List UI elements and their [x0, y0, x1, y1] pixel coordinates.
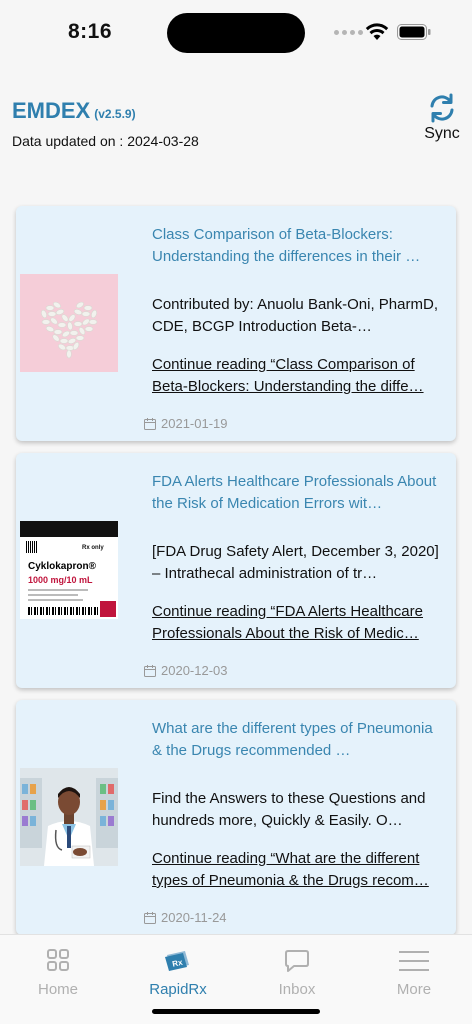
article-date: 2020-12-03 — [144, 663, 228, 678]
battery-icon — [397, 24, 431, 40]
article-date-text: 2021-01-19 — [161, 416, 228, 431]
article-date: 2020-11-24 — [144, 910, 227, 925]
sync-button[interactable]: Sync — [422, 93, 462, 143]
tab-rapidrx-label: RapidRx — [149, 981, 207, 998]
continue-reading-link[interactable]: Continue reading “Class Comparison of Be… — [152, 354, 442, 398]
calendar-icon — [144, 664, 156, 677]
article-card[interactable]: Rx only Cyklokapron® 1000 mg/10 mL FDA A… — [16, 453, 456, 688]
tab-home-label: Home — [37, 981, 78, 998]
thumb-brand-text: Cyklokapron® — [28, 561, 96, 572]
cyklokapron-ampule-image: Rx only Cyklokapron® 1000 mg/10 mL — [20, 521, 118, 619]
chat-icon — [285, 950, 309, 972]
app-title: EMDEX (v2.5.9) — [12, 98, 136, 124]
cellular-signal-icon — [334, 30, 363, 35]
tab-inbox[interactable]: Inbox — [257, 947, 337, 998]
app-name: EMDEX — [12, 98, 91, 123]
dynamic-island — [167, 13, 305, 53]
article-excerpt: Find the Answers to these Questions and … — [152, 790, 426, 829]
article-title[interactable]: What are the different types of Pneumoni… — [152, 718, 440, 762]
continue-reading-link[interactable]: Continue reading “FDA Alerts Healthcare … — [152, 601, 442, 645]
tab-more[interactable]: More — [374, 947, 454, 998]
tab-inbox-label: Inbox — [278, 981, 316, 998]
status-bar: 8:16 — [0, 0, 472, 60]
home-indicator — [152, 1009, 320, 1014]
article-date-text: 2020-11-24 — [161, 910, 227, 925]
continue-reading-link[interactable]: Continue reading “What are the different… — [152, 848, 442, 892]
sync-label: Sync — [424, 125, 460, 142]
article-card[interactable]: What are the different types of Pneumoni… — [16, 700, 456, 935]
article-date-text: 2020-12-03 — [161, 663, 228, 678]
status-time: 8:16 — [68, 20, 113, 43]
pills-heart-image — [20, 274, 118, 372]
calendar-icon — [144, 911, 156, 924]
article-date: 2021-01-19 — [144, 416, 228, 431]
grid-icon — [47, 949, 69, 971]
pharmacist-image — [20, 768, 118, 866]
tab-home[interactable]: Home — [18, 947, 98, 998]
app-version: (v2.5.9) — [94, 107, 136, 121]
thumb-dose-text: 1000 mg/10 mL — [28, 575, 93, 585]
sync-icon — [430, 93, 454, 123]
article-title[interactable]: FDA Alerts Healthcare Professionals Abou… — [152, 471, 440, 515]
wifi-icon — [365, 23, 389, 40]
calendar-icon — [144, 417, 156, 430]
thumb-rx-text: Rx only — [82, 545, 104, 551]
tab-rapidrx[interactable]: Rx RapidRx — [138, 947, 218, 998]
tab-more-label: More — [396, 981, 432, 998]
data-updated-text: Data updated on : 2024-03-28 — [12, 133, 199, 149]
article-excerpt: Contributed by: Anuolu Bank-Oni, PharmD,… — [152, 296, 438, 335]
rx-icon: Rx — [165, 951, 189, 971]
article-title[interactable]: Class Comparison of Beta-Blockers: Under… — [152, 224, 440, 268]
article-card[interactable]: Class Comparison of Beta-Blockers: Under… — [16, 206, 456, 441]
menu-icon — [399, 951, 429, 971]
article-excerpt: [FDA Drug Safety Alert, December 3, 2020… — [152, 543, 439, 582]
